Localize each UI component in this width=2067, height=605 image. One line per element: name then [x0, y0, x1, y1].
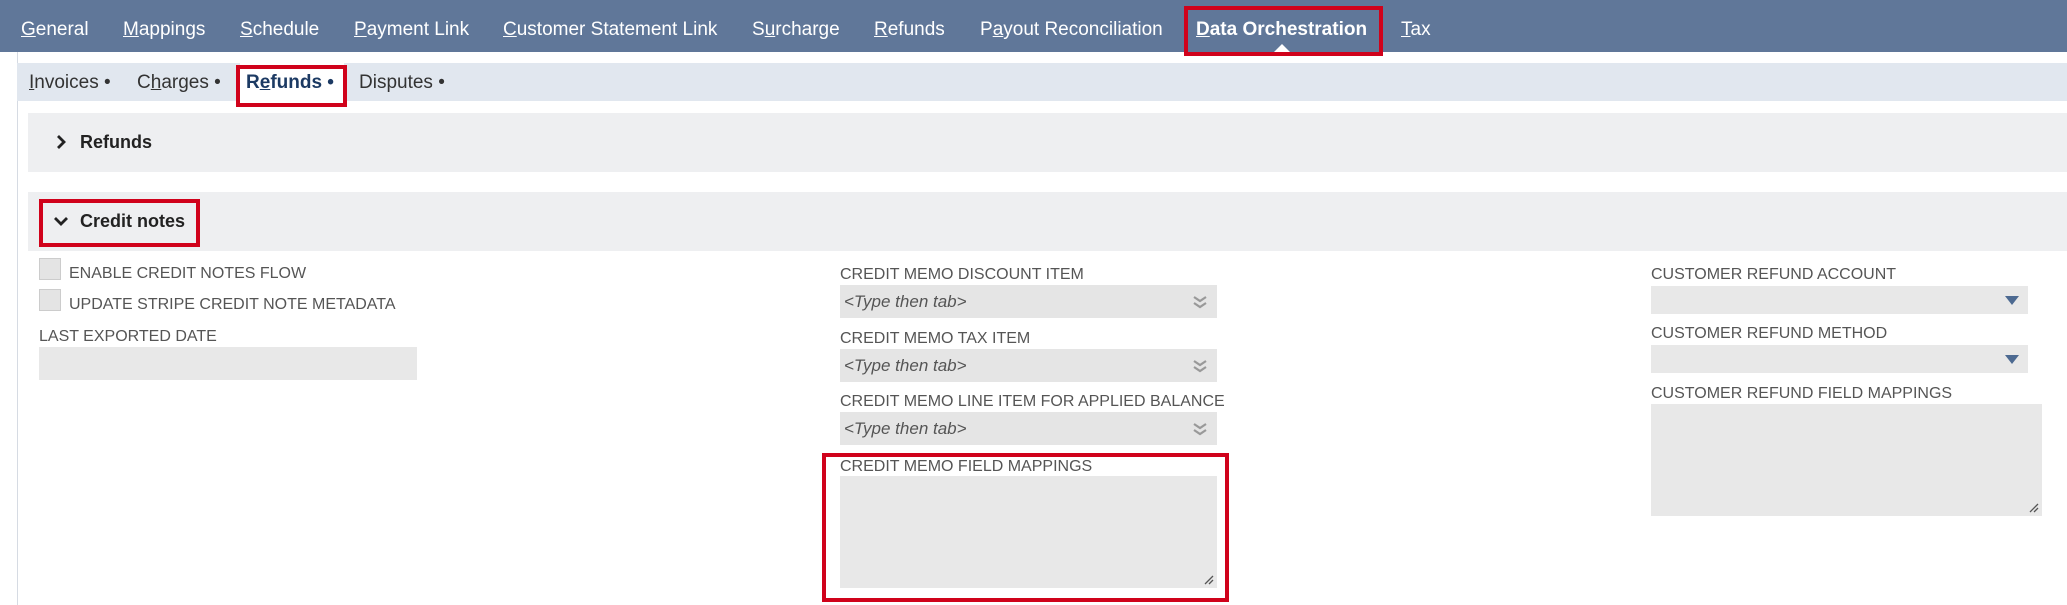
tab-data-orchestration[interactable]: Data Orchestration	[1196, 0, 1367, 52]
chevron-down-icon	[54, 217, 68, 226]
section-title: Credit notes	[80, 211, 186, 231]
tab-payout-reconciliation[interactable]: Payout Reconciliation	[980, 0, 1163, 52]
section-refunds[interactable]: Refunds	[28, 113, 2067, 172]
line-item-applied-balance-label: CREDIT MEMO LINE ITEM FOR APPLIED BALANC…	[840, 393, 1225, 410]
subtab-disputes[interactable]: Disputes •	[359, 63, 445, 101]
resize-grip-icon[interactable]	[2029, 503, 2039, 513]
double-chevron-down-icon[interactable]	[1192, 359, 1208, 373]
subtab-refunds[interactable]: Refunds •	[240, 63, 344, 101]
enable-credit-notes-flow-label: ENABLE CREDIT NOTES FLOW	[69, 265, 307, 282]
tab-mappings[interactable]: Mappings	[123, 0, 205, 52]
customer-refund-account-select[interactable]	[1651, 286, 2028, 314]
tab-schedule[interactable]: Schedule	[240, 0, 319, 52]
customer-refund-method-label: CUSTOMER REFUND METHOD	[1651, 325, 1888, 342]
resize-grip-icon[interactable]	[1204, 575, 1214, 585]
dropdown-arrow-icon[interactable]	[2005, 355, 2019, 364]
section-title: Refunds	[80, 132, 152, 152]
customer-refund-account-label: CUSTOMER REFUND ACCOUNT	[1651, 266, 1897, 283]
line-item-applied-balance-input[interactable]: <Type then tab>	[840, 412, 1217, 445]
credit-memo-field-mappings-label: CREDIT MEMO FIELD MAPPINGS	[840, 458, 1093, 475]
dropdown-arrow-icon[interactable]	[2005, 296, 2019, 305]
chevron-right-icon	[57, 135, 66, 149]
tab-payment-link[interactable]: Payment Link	[354, 0, 469, 52]
section-credit-notes[interactable]: Credit notes	[28, 192, 2067, 251]
page-left-border	[17, 52, 18, 605]
last-exported-date-field[interactable]	[39, 347, 417, 380]
update-stripe-metadata-checkbox[interactable]	[39, 289, 61, 311]
tab-customer-statement-link[interactable]: Customer Statement Link	[503, 0, 717, 52]
last-exported-date-label: LAST EXPORTED DATE	[39, 328, 217, 345]
tab-surcharge[interactable]: Surcharge	[752, 0, 840, 52]
subtab-invoices[interactable]: Invoices •	[29, 63, 111, 101]
discount-item-label: CREDIT MEMO DISCOUNT ITEM	[840, 266, 1084, 283]
tab-refunds[interactable]: Refunds	[874, 0, 945, 52]
sub-nav: Invoices • Charges • Refunds • Disputes …	[17, 63, 2067, 101]
double-chevron-down-icon[interactable]	[1192, 422, 1208, 436]
update-stripe-metadata-label: UPDATE STRIPE CREDIT NOTE METADATA	[69, 296, 396, 313]
tab-tax[interactable]: Tax	[1401, 0, 1431, 52]
customer-refund-field-mappings-label: CUSTOMER REFUND FIELD MAPPINGS	[1651, 385, 1953, 402]
active-tab-caret-icon	[1273, 44, 1290, 52]
subtab-charges[interactable]: Charges •	[137, 63, 221, 101]
tab-general[interactable]: General	[21, 0, 89, 52]
credit-memo-field-mappings-textarea[interactable]	[840, 476, 1217, 588]
enable-credit-notes-flow-checkbox[interactable]	[39, 258, 61, 280]
tax-item-label: CREDIT MEMO TAX ITEM	[840, 330, 1031, 347]
discount-item-input[interactable]: <Type then tab>	[840, 285, 1217, 318]
customer-refund-method-select[interactable]	[1651, 345, 2028, 373]
customer-refund-field-mappings-textarea[interactable]	[1651, 404, 2042, 516]
tax-item-input[interactable]: <Type then tab>	[840, 349, 1217, 382]
double-chevron-down-icon[interactable]	[1192, 295, 1208, 309]
top-nav: General Mappings Schedule Payment Link C…	[0, 0, 2067, 52]
